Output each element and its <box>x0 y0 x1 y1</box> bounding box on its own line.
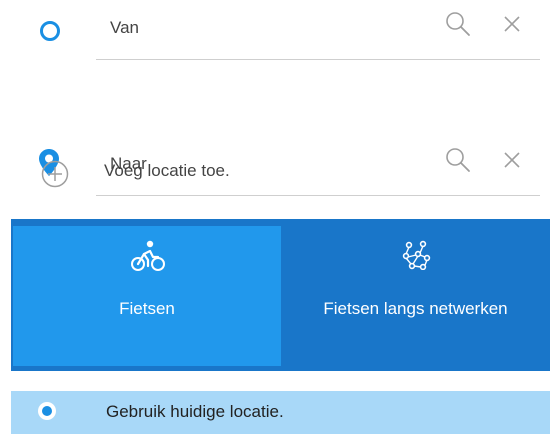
use-current-location-label[interactable]: Gebruik huidige locatie. <box>106 402 284 422</box>
bicycle-icon <box>131 240 165 277</box>
current-location-icon <box>38 402 56 420</box>
from-underline <box>96 59 540 60</box>
from-input[interactable] <box>110 18 410 38</box>
clear-to-button[interactable] <box>503 151 521 174</box>
clear-from-button[interactable] <box>503 15 521 38</box>
search-icon <box>446 148 470 172</box>
to-underline <box>96 195 540 196</box>
close-icon <box>504 152 520 168</box>
mode-tab-cycling-networks[interactable]: Fietsen langs netwerken <box>281 226 550 366</box>
mode-label-cycling: Fietsen <box>119 299 175 318</box>
to-field-row <box>0 66 550 196</box>
mode-label-cycling-networks: Fietsen langs netwerken <box>323 299 508 318</box>
plus-circle-icon <box>41 160 69 188</box>
search-from-button[interactable] <box>445 11 471 42</box>
add-location-label[interactable]: Voeg locatie toe. <box>104 161 230 181</box>
from-field-row <box>0 0 550 60</box>
origin-circle-icon <box>40 21 60 41</box>
mode-tab-cycling[interactable]: Fietsen <box>13 226 281 366</box>
close-icon <box>504 16 520 32</box>
search-to-button[interactable] <box>445 147 471 178</box>
add-location-button[interactable] <box>41 160 69 193</box>
network-route-icon <box>401 240 431 275</box>
search-icon <box>446 12 470 36</box>
